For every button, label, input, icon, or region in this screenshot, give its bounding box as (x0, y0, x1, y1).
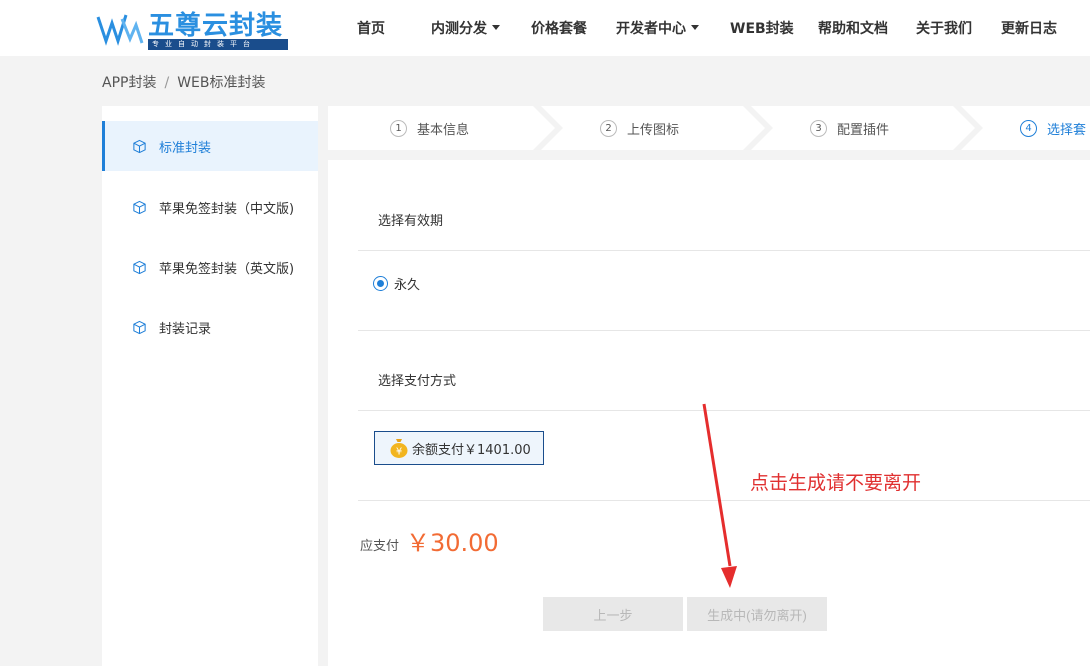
cube-icon (133, 320, 146, 334)
svg-text:¥: ¥ (396, 447, 402, 458)
balance-payment-option[interactable]: ¥ 余额支付￥1401.00 (374, 431, 544, 465)
step-divider-chevron (743, 106, 773, 150)
validity-section-title: 选择有效期 (378, 214, 444, 229)
nav-pricing[interactable]: 价格套餐 (531, 18, 587, 38)
cube-icon (133, 139, 146, 153)
step-number: 2 (600, 119, 617, 137)
nav-beta-distribution[interactable]: 内测分发 (431, 18, 500, 38)
step-label: 配置插件 (837, 122, 890, 138)
validity-permanent-radio[interactable]: 永久 (373, 274, 420, 293)
nav-help-docs[interactable]: 帮助和文档 (818, 18, 888, 38)
radio-checked-icon (373, 276, 388, 291)
top-header: 五尊云封装 专业自动封装平台 首页 内测分发 价格套餐 开发者中心 WEB封装 … (0, 0, 1090, 56)
step-config-plugins[interactable]: 3 配置插件 (748, 106, 958, 150)
amount-due-label: 应支付 (360, 539, 400, 554)
divider (358, 250, 1090, 251)
step-label: 选择套 (1047, 122, 1087, 138)
nav-web-packaging[interactable]: WEB封装 (730, 18, 794, 38)
breadcrumb-separator: / (164, 75, 170, 91)
annotation-arrow-icon (702, 403, 737, 588)
nav-home[interactable]: 首页 (357, 18, 385, 38)
breadcrumb-web-standard: WEB标准封装 (177, 75, 266, 91)
step-progress: 1 基本信息 2 上传图标 3 配置插件 4 选择套 (328, 106, 1090, 150)
step-number: 1 (390, 119, 407, 137)
payment-section-title: 选择支付方式 (378, 374, 457, 389)
sidebar-item-label: 苹果免签封装（英文版) (159, 261, 295, 277)
logo[interactable]: 五尊云封装 专业自动封装平台 (96, 7, 288, 51)
sidebar-item-label: 标准封装 (159, 140, 212, 156)
step-upload-icon[interactable]: 2 上传图标 (538, 106, 748, 150)
logo-subtitle: 专业自动封装平台 (148, 39, 288, 50)
step-number: 4 (1020, 119, 1037, 137)
step-divider-chevron (953, 106, 983, 150)
caret-down-icon (492, 24, 500, 30)
breadcrumb: APP封装 / WEB标准封装 (102, 72, 265, 92)
generate-button[interactable]: 生成中(请勿离开) (687, 597, 827, 631)
money-bag-icon: ¥ (390, 439, 408, 458)
payment-option-label: 余额支付￥1401.00 (412, 442, 531, 458)
sidebar-item-label: 苹果免签封装（中文版) (159, 201, 295, 217)
amount-due-value: ￥30.00 (406, 529, 499, 557)
sidebar-item-ios-english[interactable]: 苹果免签封装（英文版) (102, 242, 318, 292)
nav-changelog[interactable]: 更新日志 (1001, 18, 1057, 38)
caret-down-icon (691, 24, 699, 30)
sidebar-item-ios-chinese[interactable]: 苹果免签封装（中文版) (102, 182, 318, 232)
previous-step-button[interactable]: 上一步 (543, 597, 683, 631)
cube-icon (133, 200, 146, 214)
step-label: 上传图标 (627, 122, 680, 138)
sidebar: 标准封装 苹果免签封装（中文版) 苹果免签封装（英文版) 封装记录 (102, 106, 318, 666)
step-number: 3 (810, 119, 827, 137)
annotation-note: 点击生成请不要离开 (750, 472, 922, 494)
step-label: 基本信息 (417, 122, 470, 138)
logo-mark-icon (96, 14, 144, 46)
step-divider-chevron (533, 106, 563, 150)
logo-title: 五尊云封装 (148, 11, 284, 41)
radio-label: 永久 (394, 278, 421, 293)
sidebar-item-records[interactable]: 封装记录 (102, 302, 318, 352)
nav-developer-center[interactable]: 开发者中心 (616, 18, 699, 38)
divider (358, 330, 1090, 331)
nav-about-us[interactable]: 关于我们 (916, 18, 972, 38)
sidebar-item-label: 封装记录 (159, 321, 212, 337)
cube-icon (133, 260, 146, 274)
step-basic-info[interactable]: 1 基本信息 (328, 106, 538, 150)
breadcrumb-app-packaging[interactable]: APP封装 (102, 75, 156, 91)
sidebar-item-standard[interactable]: 标准封装 (102, 121, 318, 171)
